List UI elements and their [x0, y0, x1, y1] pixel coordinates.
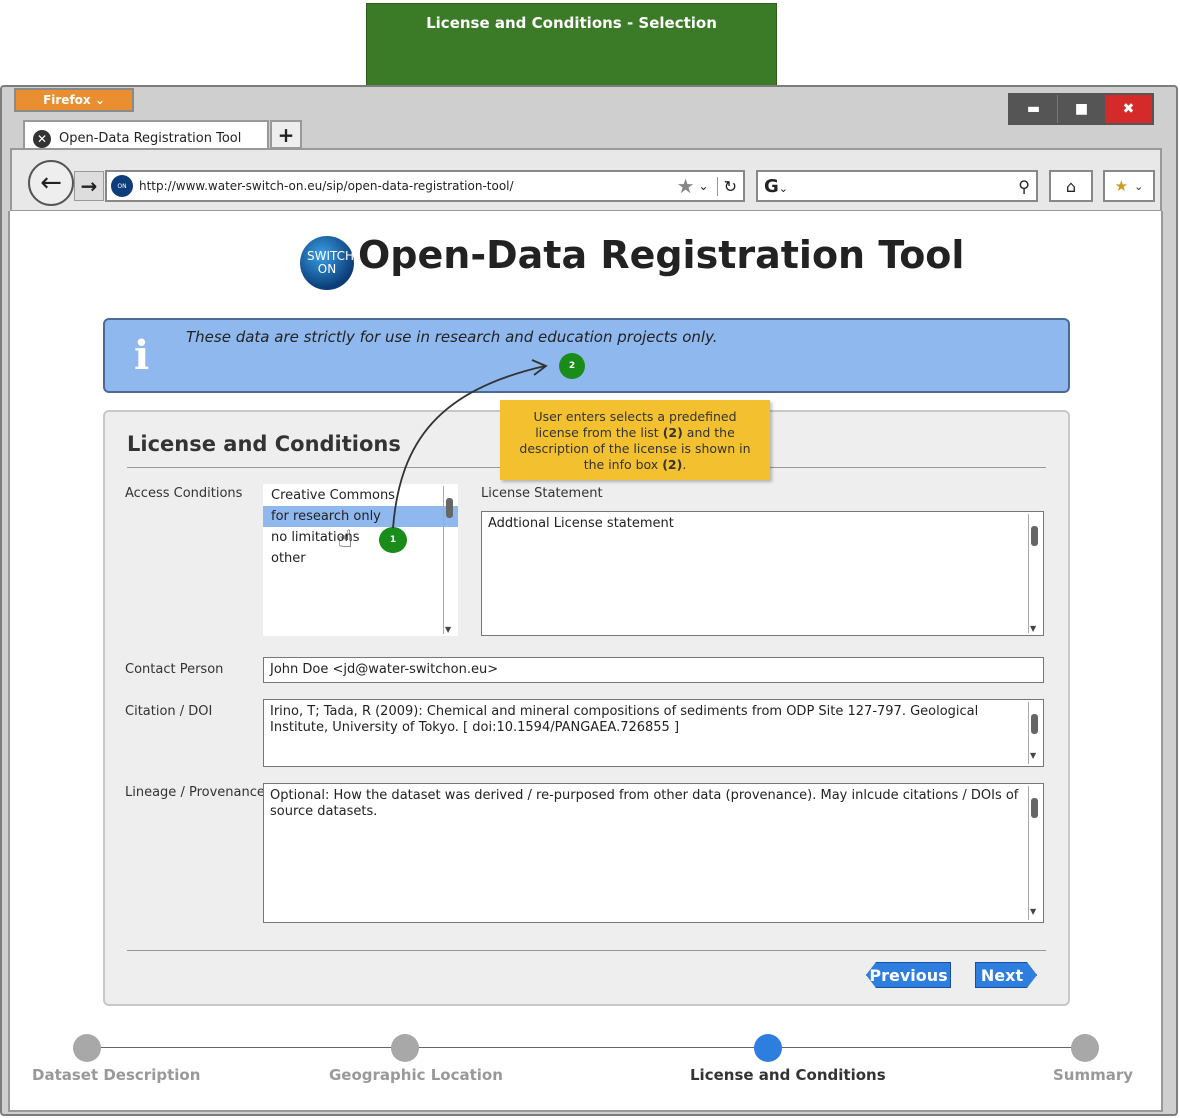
progress-line [87, 1047, 1085, 1048]
step-dot-summary[interactable] [1071, 1034, 1099, 1062]
step-label-summary[interactable]: Summary [1053, 1066, 1133, 1084]
step-dot-license-conditions[interactable] [754, 1034, 782, 1062]
step-label-license-conditions[interactable]: License and Conditions [690, 1066, 886, 1084]
step-dot-dataset-description[interactable] [73, 1034, 101, 1062]
step-dot-geographic-location[interactable] [391, 1034, 419, 1062]
step-label-geographic-location[interactable]: Geographic Location [329, 1066, 503, 1084]
step-label-dataset-description[interactable]: Dataset Description [32, 1066, 200, 1084]
annotation-arrow [392, 359, 548, 529]
